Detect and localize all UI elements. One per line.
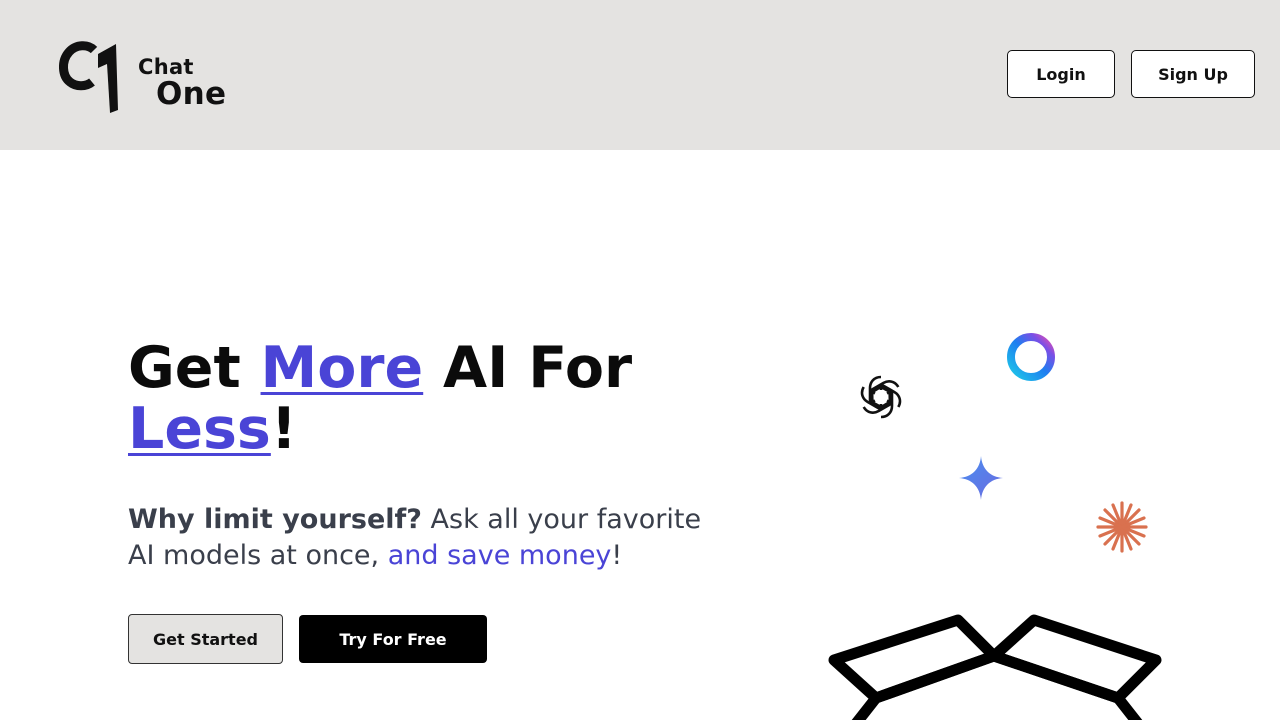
logo-text-one: One [156, 76, 227, 112]
chatone-logo[interactable]: Chat One [58, 40, 248, 116]
open-box-icon [828, 614, 1162, 720]
signup-button[interactable]: Sign Up [1131, 50, 1255, 98]
hero-sub-accent: and save money [387, 540, 612, 571]
gemini-star-icon [959, 456, 1003, 500]
logo-mark-icon [59, 41, 118, 113]
hero-title-part3: ! [270, 396, 297, 462]
hero-sub-end: ! [611, 540, 623, 571]
hero-title-more: More [260, 335, 424, 401]
copilot-ring-icon [1007, 333, 1055, 381]
claude-burst-icon [1096, 501, 1148, 553]
get-started-button[interactable]: Get Started [128, 614, 283, 664]
hero-title: Get More AI For Less! [128, 338, 748, 460]
hero-title-less: Less [128, 396, 271, 462]
hero-subtitle: Why limit yourself? Ask all your favorit… [128, 502, 728, 574]
try-for-free-button[interactable]: Try For Free [299, 615, 487, 663]
hero-title-part2: AI For [423, 335, 633, 401]
hero-sub-bold: Why limit yourself? [128, 504, 422, 535]
login-button[interactable]: Login [1007, 50, 1115, 98]
openai-icon [856, 375, 906, 419]
site-header: Chat One Login Sign Up [0, 0, 1280, 150]
hero-title-part1: Get [128, 335, 261, 401]
